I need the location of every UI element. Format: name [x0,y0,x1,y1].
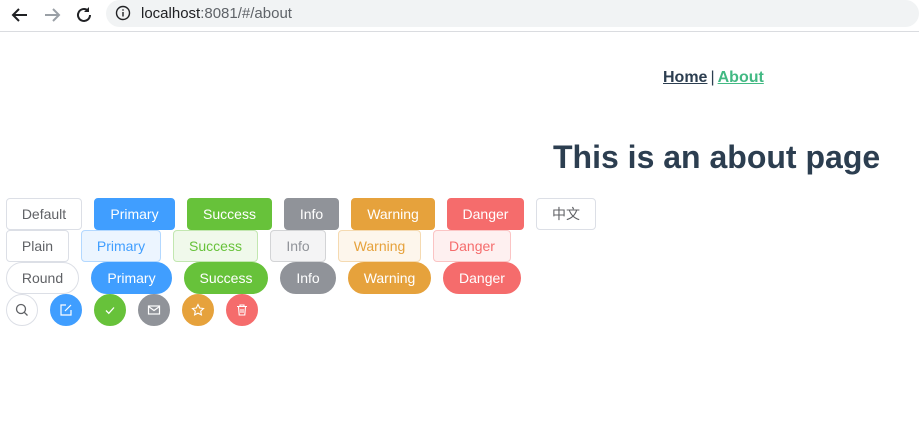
check-icon [105,307,115,315]
plain-button[interactable]: Plain [6,230,69,262]
back-button[interactable] [8,3,32,27]
search-icon [15,303,28,316]
message-circle-button[interactable] [138,294,170,326]
arrow-right-icon [45,8,61,22]
page-title: This is an about page [553,139,881,175]
delete-icon [237,304,247,316]
plain-info-button[interactable]: Info [270,230,326,262]
round-info-button[interactable]: Info [280,262,336,294]
warning-button[interactable]: Warning [351,198,435,230]
star-icon [191,303,205,316]
address-bar[interactable]: localhost:8081/#/about [106,0,919,27]
nav-separator: | [710,69,715,86]
nav-about-link[interactable]: About [718,69,764,86]
browser-toolbar: localhost:8081/#/about [0,0,919,32]
reload-button[interactable] [72,3,96,27]
danger-button[interactable]: Danger [447,198,524,230]
delete-circle-button[interactable] [226,294,258,326]
round-warning-button[interactable]: Warning [348,262,431,294]
success-button[interactable]: Success [187,198,272,230]
round-success-button[interactable]: Success [184,262,268,294]
round-danger-button[interactable]: Danger [443,262,521,294]
reload-icon [77,7,91,22]
url-text: localhost:8081/#/about [141,5,292,22]
default-button[interactable]: Default [6,198,82,230]
round-primary-button[interactable]: Primary [91,262,172,294]
forward-button[interactable] [40,3,64,27]
plain-danger-button[interactable]: Danger [433,230,511,262]
arrow-left-icon [11,8,27,22]
info-button[interactable]: Info [284,198,339,230]
info-icon [115,5,131,21]
router-nav: Home | About [663,69,764,87]
chinese-button[interactable]: 中文 [536,198,596,230]
plain-success-button[interactable]: Success [173,230,258,262]
primary-button[interactable]: Primary [94,198,175,230]
round-button[interactable]: Round [6,262,79,294]
plain-warning-button[interactable]: Warning [338,230,421,262]
nav-home-link[interactable]: Home [663,69,707,86]
plain-primary-button[interactable]: Primary [81,230,161,262]
edit-circle-button[interactable] [50,294,82,326]
star-circle-button[interactable] [182,294,214,326]
url-host: localhost [141,5,201,22]
message-icon [147,305,161,315]
check-circle-button[interactable] [94,294,126,326]
edit-icon [60,304,72,316]
url-path: :8081/#/about [200,5,292,22]
search-circle-button[interactable] [6,294,38,326]
